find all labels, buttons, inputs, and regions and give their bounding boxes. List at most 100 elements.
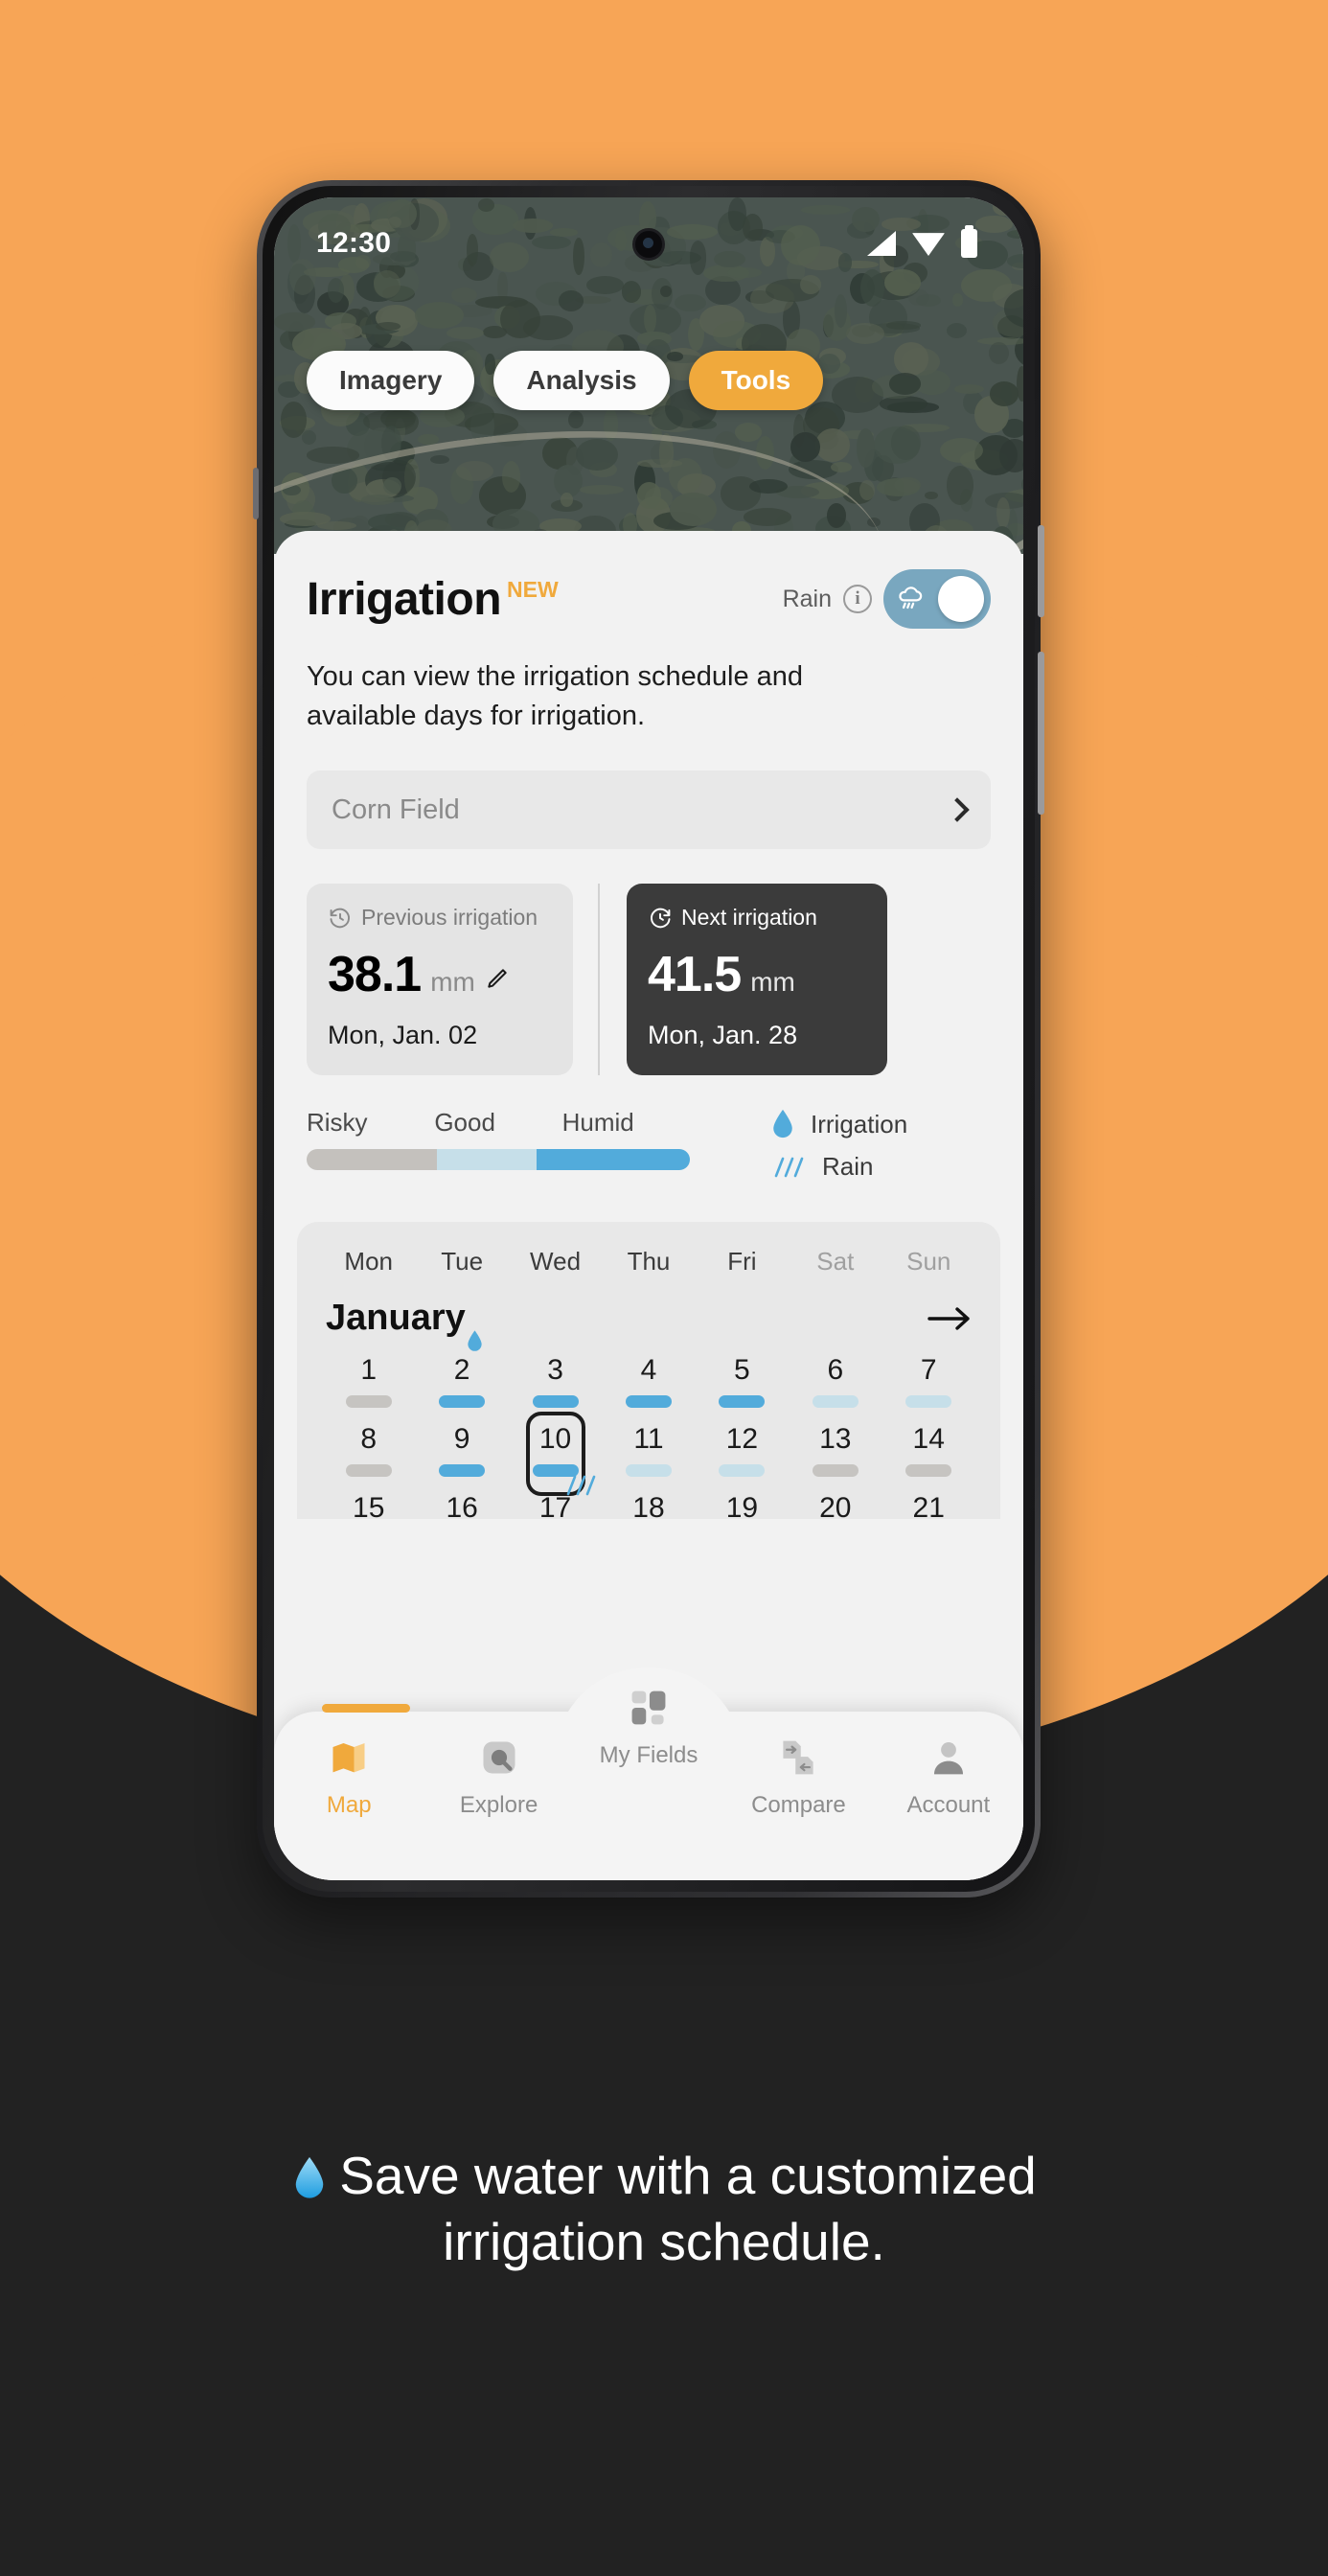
scale-segment-good bbox=[437, 1149, 537, 1171]
nav-item-compare[interactable]: Compare bbox=[723, 1736, 873, 1819]
calendar-day-status-bar bbox=[345, 1464, 392, 1478]
page-title: Irrigation bbox=[307, 573, 502, 625]
calendar-day-8[interactable]: 8 bbox=[322, 1423, 415, 1478]
calendar-day-9[interactable]: 9 bbox=[415, 1423, 508, 1478]
calendar-day-12[interactable]: 12 bbox=[696, 1423, 789, 1478]
wifi-icon bbox=[912, 233, 945, 256]
moisture-legend: Risky Good Humid Irrigation Rain bbox=[307, 1108, 991, 1193]
status-icons bbox=[867, 225, 977, 258]
explore-icon bbox=[478, 1736, 520, 1779]
rain-lines-icon bbox=[567, 1476, 596, 1496]
calendar-month-label: January bbox=[326, 1298, 466, 1339]
calendar-day-number: 5 bbox=[734, 1354, 750, 1387]
calendar-day-status-bar bbox=[719, 1395, 766, 1409]
info-icon[interactable]: i bbox=[843, 585, 872, 613]
legend-row-irrigation: Irrigation bbox=[770, 1108, 991, 1140]
tab-imagery[interactable]: Imagery bbox=[307, 351, 475, 410]
calendar-day-6[interactable]: 6 bbox=[789, 1354, 882, 1409]
calendar-day-number: 15 bbox=[353, 1492, 385, 1520]
nav-item-explore[interactable]: Explore bbox=[424, 1736, 573, 1819]
calendar-day-18[interactable]: 18 bbox=[602, 1492, 695, 1519]
panel-description: You can view the irrigation schedule and… bbox=[307, 661, 804, 732]
previous-card-value-row: 38.1 mm bbox=[328, 946, 550, 1003]
calendar-day-15[interactable]: 15 bbox=[322, 1492, 415, 1519]
scale-segment-humid bbox=[537, 1149, 690, 1171]
calendar-day-number: 21 bbox=[912, 1492, 945, 1520]
nav-item-my-fields[interactable]: My Fields bbox=[574, 1687, 723, 1769]
tab-analysis[interactable]: Analysis bbox=[493, 351, 670, 410]
next-card-date: Mon, Jan. 28 bbox=[648, 1021, 798, 1050]
next-irrigation-card[interactable]: Next irrigation 41.5 mm Mon, Jan. 28 bbox=[627, 884, 887, 1076]
calendar-weekday-mon: Mon bbox=[344, 1247, 393, 1276]
calendar-day-13[interactable]: 13 bbox=[789, 1423, 882, 1478]
calendar-day-number: 13 bbox=[819, 1423, 852, 1456]
calendar-day-number: 16 bbox=[446, 1492, 478, 1520]
tab-tools[interactable]: Tools bbox=[688, 351, 824, 410]
calendar-day-4[interactable]: 4 bbox=[602, 1354, 695, 1409]
calendar-day-status-bar bbox=[439, 1464, 486, 1478]
phone-volume-up-button[interactable] bbox=[1038, 525, 1044, 617]
calendar-day-2[interactable]: 2 bbox=[415, 1330, 508, 1409]
calendar-day-status-bar bbox=[905, 1395, 952, 1409]
nav-label-map: Map bbox=[326, 1792, 372, 1818]
nav-item-account[interactable]: Account bbox=[874, 1736, 1023, 1819]
pencil-icon[interactable] bbox=[485, 966, 510, 991]
phone-power-button[interactable] bbox=[1038, 652, 1044, 815]
calendar-day-1[interactable]: 1 bbox=[322, 1354, 415, 1409]
history-clock-icon bbox=[330, 908, 350, 929]
calendar-day-number: 4 bbox=[640, 1354, 657, 1387]
rain-toggle[interactable] bbox=[883, 569, 991, 629]
nav-item-map[interactable]: Map bbox=[274, 1736, 424, 1819]
calendar-day-17[interactable]: 17 bbox=[509, 1476, 602, 1519]
front-camera-icon bbox=[632, 228, 665, 261]
calendar-day-status-bar bbox=[719, 1464, 766, 1478]
calendar-day-status-bar bbox=[812, 1464, 859, 1478]
calendar-day-11[interactable]: 11 bbox=[602, 1423, 695, 1478]
nav-label-explore: Explore bbox=[459, 1792, 538, 1818]
calendar-day-20[interactable]: 20 bbox=[789, 1492, 882, 1519]
field-selector-value: Corn Field bbox=[332, 794, 460, 825]
water-drop-icon bbox=[295, 2156, 324, 2198]
water-drop-icon bbox=[468, 1330, 482, 1352]
calendar-day-number: 1 bbox=[360, 1354, 378, 1387]
calendar-day-10[interactable]: 10 bbox=[509, 1412, 602, 1497]
calendar-month-row: January bbox=[322, 1298, 975, 1339]
next-card-value: 41.5 bbox=[648, 947, 742, 1003]
cards-divider bbox=[598, 884, 600, 1076]
calendar-day-21[interactable]: 21 bbox=[882, 1492, 975, 1519]
calendar-day-status-bar bbox=[625, 1464, 672, 1478]
map-tab-row: Imagery Analysis Tools bbox=[307, 351, 824, 410]
status-time: 12:30 bbox=[316, 227, 392, 259]
calendar-day-16[interactable]: 16 bbox=[415, 1492, 508, 1519]
field-selector[interactable]: Corn Field bbox=[307, 770, 991, 850]
calendar-day-5[interactable]: 5 bbox=[696, 1354, 789, 1409]
account-icon bbox=[927, 1736, 970, 1779]
calendar-day-7[interactable]: 7 bbox=[882, 1354, 975, 1409]
arrow-right-icon[interactable] bbox=[927, 1306, 972, 1331]
satellite-map-header[interactable]: 12:30 Imagery Analysis Tools bbox=[274, 197, 1023, 554]
calendar-day-number: 18 bbox=[632, 1492, 665, 1520]
calendar-row-1: 1 2 3 4 5 6 7 bbox=[322, 1330, 975, 1409]
calendar-day-19[interactable]: 19 bbox=[696, 1492, 789, 1519]
rain-cloud-icon bbox=[899, 586, 923, 610]
water-drop-icon bbox=[773, 1110, 792, 1138]
scale-segment-risky bbox=[307, 1149, 437, 1171]
chevron-right-icon bbox=[945, 797, 970, 823]
calendar-day-14[interactable]: 14 bbox=[882, 1423, 975, 1478]
irrigation-cards: Previous irrigation 38.1 mm Mon, Jan. 02 bbox=[307, 884, 991, 1076]
calendar-day-status-bar bbox=[625, 1395, 672, 1409]
bottom-navigation: Map Explore My Fields Compare Account bbox=[274, 1690, 1023, 1880]
calendar-day-number: 20 bbox=[819, 1492, 852, 1520]
battery-icon bbox=[961, 225, 977, 258]
calendar-day-3[interactable]: 3 bbox=[509, 1354, 602, 1409]
toggle-knob bbox=[938, 576, 984, 622]
calendar-day-number: 7 bbox=[920, 1354, 937, 1387]
calendar-day-status-bar bbox=[345, 1395, 392, 1409]
phone-left-button[interactable] bbox=[253, 468, 259, 519]
previous-irrigation-card[interactable]: Previous irrigation 38.1 mm Mon, Jan. 02 bbox=[307, 884, 573, 1076]
next-card-unit: mm bbox=[750, 967, 795, 998]
moisture-scale: Risky Good Humid bbox=[307, 1108, 690, 1171]
previous-card-unit: mm bbox=[430, 967, 475, 998]
calendar-day-number: 12 bbox=[725, 1423, 759, 1456]
scale-labels: Risky Good Humid bbox=[307, 1108, 690, 1138]
